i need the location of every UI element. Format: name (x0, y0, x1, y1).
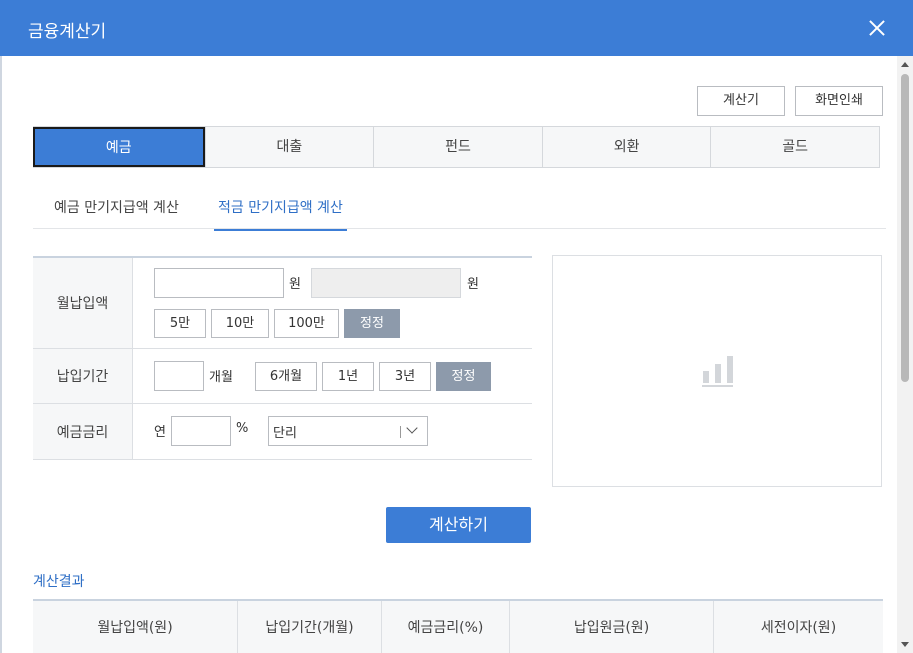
result-table-header: 월납입액(원) 납입기간(개월) 예금금리(%) 납입원금(원) 세전이자(원) (33, 599, 883, 653)
amount-10man-button[interactable]: 10만 (211, 309, 269, 338)
interest-type-value: 단리 (273, 426, 297, 441)
print-screen-button[interactable]: 화면인쇄 (795, 86, 883, 116)
column-interest-rate: 예금금리(%) (381, 601, 509, 653)
dialog-title: 금융계산기 (28, 22, 107, 42)
tab-deposit[interactable]: 예금 (33, 127, 205, 167)
monthly-payment-unit: 원 (289, 277, 301, 292)
interest-rate-label: 예금금리 (33, 404, 133, 459)
amount-reset-button[interactable]: 정정 (344, 309, 400, 338)
payment-period-unit: 개월 (209, 370, 233, 385)
monthly-payment-converted-field (311, 268, 461, 298)
monthly-payment-input[interactable] (154, 268, 284, 298)
interest-type-select[interactable]: 단리 (268, 416, 428, 446)
amount-100man-button[interactable]: 100만 (274, 309, 339, 338)
calculator-form: 월납입액 원 원 5만 10만 100만 정정 납입기간 개월 6개월 1년 3… (33, 256, 532, 460)
payment-period-input[interactable] (154, 361, 204, 391)
amount-5man-button[interactable]: 5만 (154, 309, 206, 338)
interest-rate-row: 예금금리 연 % 단리 (33, 404, 532, 460)
bar-chart-icon (702, 355, 734, 387)
close-icon[interactable] (866, 17, 888, 39)
subtab-deposit-maturity[interactable]: 예금 만기지급액 계산 (54, 197, 179, 229)
dialog-left-border (0, 56, 2, 653)
calculator-button[interactable]: 계산기 (697, 86, 785, 116)
tab-gold[interactable]: 골드 (710, 127, 879, 167)
chevron-down-icon (406, 422, 418, 434)
calculate-button[interactable]: 계산하기 (386, 507, 531, 543)
column-monthly-payment: 월납입액(원) (97, 620, 173, 636)
result-title: 계산결과 (33, 574, 85, 590)
monthly-payment-converted-unit: 원 (467, 277, 479, 292)
tab-forex[interactable]: 외환 (541, 127, 711, 167)
main-tabs: 예금 대출 펀드 외환 골드 (33, 126, 880, 168)
monthly-payment-row: 월납입액 원 원 5만 10만 100만 정정 (33, 258, 532, 349)
interest-rate-input[interactable] (171, 416, 231, 446)
period-6month-button[interactable]: 6개월 (255, 362, 317, 391)
scrollbar-thumb[interactable] (901, 74, 909, 382)
result-chart-area (552, 255, 882, 487)
scroll-down-arrow-icon[interactable] (901, 642, 909, 647)
column-principal: 납입원금(원) (509, 601, 713, 653)
subtab-savings-maturity[interactable]: 적금 만기지급액 계산 (214, 197, 347, 231)
scroll-up-arrow-icon[interactable] (901, 62, 909, 67)
payment-period-row: 납입기간 개월 6개월 1년 3년 정정 (33, 349, 532, 404)
column-payment-period: 납입기간(개월) (237, 601, 381, 653)
column-pretax-interest: 세전이자(원) (713, 601, 883, 653)
tab-loan[interactable]: 대출 (204, 127, 374, 167)
interest-rate-unit: % (236, 421, 249, 436)
vertical-scrollbar[interactable] (897, 56, 913, 653)
monthly-payment-label: 월납입액 (33, 258, 133, 348)
tab-fund[interactable]: 펀드 (373, 127, 542, 167)
payment-period-label: 납입기간 (33, 349, 133, 403)
interest-rate-prefix: 연 (154, 425, 166, 440)
period-1year-button[interactable]: 1년 (322, 362, 374, 391)
select-divider (400, 426, 401, 438)
period-3year-button[interactable]: 3년 (379, 362, 431, 391)
dialog-header: 금융계산기 (0, 0, 913, 56)
period-reset-button[interactable]: 정정 (436, 362, 491, 391)
sub-tabs: 예금 만기지급액 계산 적금 만기지급액 계산 (33, 189, 886, 231)
